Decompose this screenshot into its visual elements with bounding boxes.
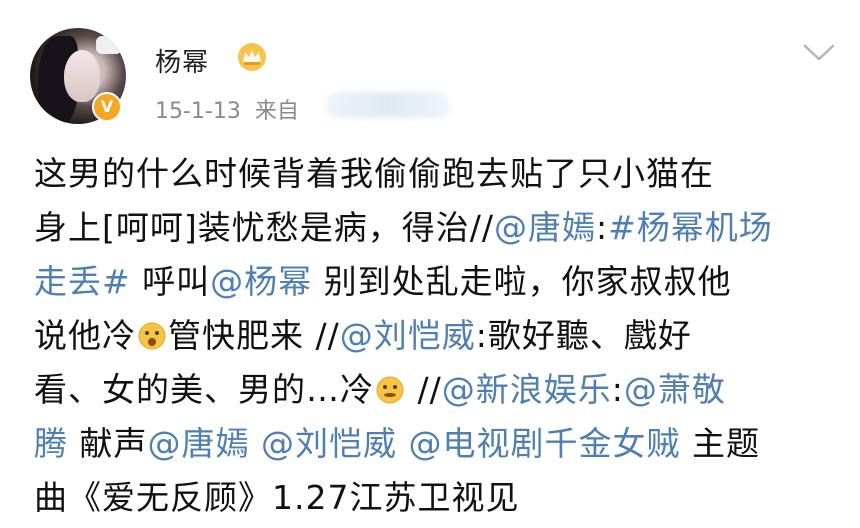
post-content: 这男的什么时候背着我偷偷跑去贴了只小猫在 身上[呵呵]装忧愁是病，得治//@唐嫣:…: [34, 147, 839, 525]
post-text: :: [596, 208, 609, 247]
verified-badge-icon: V: [92, 92, 122, 122]
mention-link[interactable]: @唐嫣: [494, 208, 596, 247]
post-text: 曲《爱无反顾》1.27江苏卫视见: [34, 478, 520, 517]
mention-link[interactable]: @唐嫣: [148, 424, 250, 463]
cold-emoji-icon: [376, 376, 404, 404]
mention-link[interactable]: @杨幂: [210, 262, 312, 301]
content-line: 曲《爱无反顾》1.27江苏卫视见: [34, 471, 839, 525]
chevron-down-icon[interactable]: [802, 42, 836, 64]
mention-link[interactable]: @电视剧千金女贼: [409, 424, 681, 463]
post-text: 管快肥来 //: [168, 316, 340, 355]
crown-icon: [238, 43, 266, 71]
content-line: 身上[呵呵]装忧愁是病，得治//@唐嫣:#杨幂机场: [34, 201, 839, 255]
username[interactable]: 杨幂: [155, 42, 209, 79]
avatar-hat: [96, 36, 122, 54]
mention-link[interactable]: @刘恺威: [340, 316, 476, 355]
content-line: 说他冷 管快肥来 //@刘恺威:歌好聽、戲好: [34, 309, 839, 363]
post-text: :: [611, 370, 624, 409]
shocked-emoji-icon: [138, 322, 166, 350]
post-text: 呼叫: [130, 262, 211, 301]
post-text: 说他冷: [34, 316, 136, 355]
mention-link[interactable]: @刘恺威: [261, 424, 397, 463]
content-line: 这男的什么时候背着我偷偷跑去贴了只小猫在: [34, 147, 839, 201]
post-text: :歌好聽、戲好: [475, 316, 692, 355]
weibo-post: V 杨幂 15-1-13 来自 这男的什么时候背着我偷偷跑去贴了只小猫在 身上[呵呵…: [0, 0, 860, 528]
source-label: 来自: [254, 99, 299, 124]
post-text: 看、女的美、男的…冷: [34, 370, 374, 409]
source-client-blurred[interactable]: [325, 92, 450, 118]
post-text: 献声: [68, 424, 148, 463]
mention-link[interactable]: @新浪娱乐: [442, 370, 612, 409]
avatar-face: [64, 50, 100, 102]
post-text: 这男的什么时候背着我偷偷跑去贴了只小猫在: [34, 154, 714, 193]
post-meta: 15-1-13 来自: [155, 93, 313, 125]
content-line: 走丢# 呼叫@杨幂 别到处乱走啦，你家叔叔他: [34, 255, 839, 309]
content-line: 看、女的美、男的…冷 //@新浪娱乐:@萧敬: [34, 363, 839, 417]
post-text: 身上[呵呵]装忧愁是病，得治//: [34, 208, 494, 247]
post-text: 主题: [680, 424, 760, 463]
topic-link[interactable]: 走丢#: [34, 262, 131, 301]
mention-link[interactable]: 腾: [34, 424, 68, 463]
post-text: [250, 424, 262, 463]
content-line: 腾 献声@唐嫣 @刘恺威 @电视剧千金女贼 主题: [34, 417, 839, 471]
mention-link[interactable]: @萧敬: [624, 370, 726, 409]
topic-link[interactable]: #杨幂机场: [608, 208, 773, 247]
post-text: //: [406, 370, 442, 409]
post-date: 15-1-13: [155, 99, 241, 124]
post-text: 别到处乱走啦，你家叔叔他: [312, 262, 732, 301]
post-text: [397, 424, 409, 463]
